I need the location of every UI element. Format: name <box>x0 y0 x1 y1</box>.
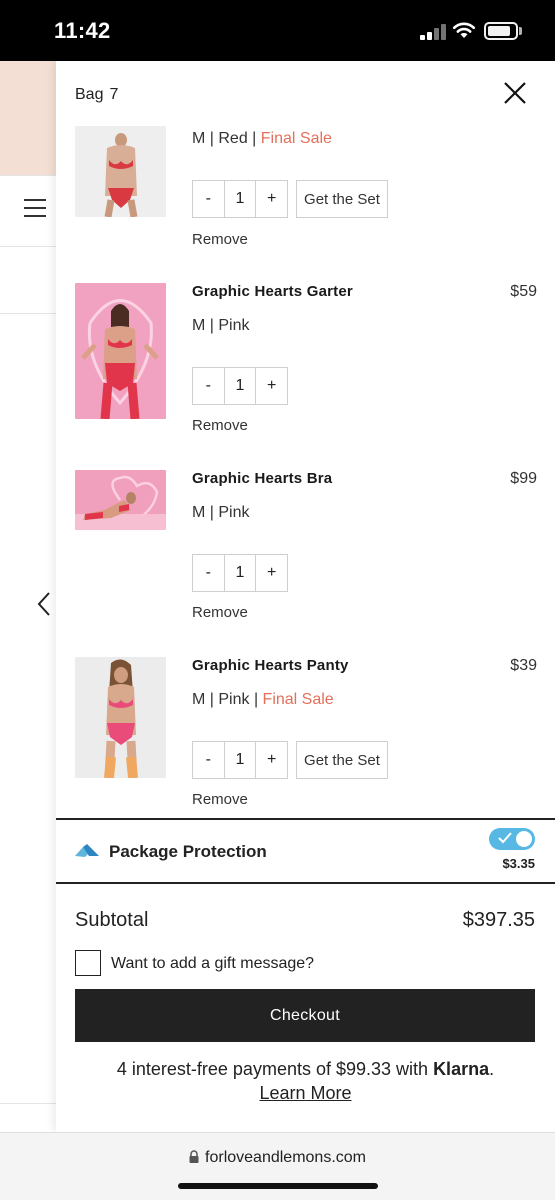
toggle-knob <box>516 831 532 847</box>
klarna-message: 4 interest-free payments of $99.33 with … <box>56 1059 555 1080</box>
increase-button[interactable]: + <box>255 368 287 404</box>
final-sale-label: Final Sale <box>260 130 332 147</box>
cart-item: Graphic Hearts Bra $99 M | Pink - 1 + Re… <box>75 470 537 621</box>
increase-button[interactable]: + <box>255 555 287 591</box>
cart-item: Graphic Hearts Garter $59 M | Pink - 1 +… <box>75 283 537 434</box>
item-color: Pink <box>218 691 250 708</box>
quantity-value[interactable]: 1 <box>223 368 256 404</box>
item-name[interactable]: Graphic Hearts Panty <box>192 657 349 674</box>
lock-icon <box>189 1150 199 1163</box>
remove-link[interactable]: Remove <box>192 231 248 248</box>
increase-button[interactable]: + <box>255 181 287 217</box>
cart-item: Graphic Hearts Panty $39 M | Pink | Fina… <box>75 657 537 808</box>
klarna-brand: Klarna <box>433 1059 490 1079</box>
status-time: 11:42 <box>54 18 111 43</box>
item-name[interactable]: Graphic Hearts Garter <box>192 283 353 300</box>
item-price: $59 <box>510 283 537 300</box>
bag-title-label: Bag <box>75 86 104 103</box>
get-the-set-button[interactable]: Get the Set <box>296 180 388 218</box>
item-price: $39 <box>510 657 537 674</box>
gift-message-label[interactable]: Want to add a gift message? <box>111 955 314 973</box>
quantity-value[interactable]: 1 <box>223 181 256 217</box>
divider <box>56 882 555 884</box>
klarna-text: 4 interest-free payments of $99.33 with <box>116 1059 429 1079</box>
item-color: Red <box>218 130 248 147</box>
cart-item: M | Red | Final Sale - 1 + Get the Set R… <box>75 125 537 250</box>
item-size: M <box>192 317 206 334</box>
remove-link[interactable]: Remove <box>192 791 248 808</box>
cellular-signal-icon <box>420 24 446 40</box>
separator: | <box>205 130 219 147</box>
decrease-button[interactable]: - <box>193 181 224 217</box>
battery-icon <box>484 22 518 40</box>
home-indicator[interactable] <box>178 1183 378 1189</box>
item-size: M <box>192 691 206 708</box>
item-size: M <box>192 130 206 147</box>
item-size: M <box>192 504 206 521</box>
separator: | <box>205 317 219 334</box>
wifi-icon <box>452 22 476 38</box>
subtotal-label: Subtotal <box>75 909 149 931</box>
chevron-left-icon[interactable] <box>37 591 51 617</box>
item-name[interactable]: Graphic Hearts Bra <box>192 470 332 487</box>
checkout-button[interactable]: Checkout <box>75 989 535 1042</box>
quantity-value[interactable]: 1 <box>223 555 256 591</box>
klarna-period: . <box>489 1059 495 1079</box>
item-color: Pink <box>218 504 250 521</box>
background-banner <box>0 61 56 175</box>
separator: | <box>205 504 219 521</box>
separator: | <box>205 691 219 708</box>
package-protection-price: $3.35 <box>502 856 535 871</box>
check-icon <box>498 832 512 844</box>
status-bar: 11:42 <box>0 0 555 61</box>
gift-message-checkbox[interactable] <box>75 950 101 976</box>
product-image[interactable] <box>75 283 166 419</box>
learn-more-wrapper: Learn More <box>56 1083 555 1104</box>
background-page <box>0 61 56 1132</box>
product-image[interactable] <box>75 126 166 217</box>
decrease-button[interactable]: - <box>193 742 224 778</box>
divider <box>56 818 555 820</box>
close-icon[interactable] <box>502 80 528 106</box>
bag-count: 7 <box>109 86 119 103</box>
quantity-stepper: - 1 + <box>192 180 288 218</box>
separator: | <box>247 130 261 147</box>
quantity-stepper: - 1 + <box>192 367 288 405</box>
item-variant: M | Pink <box>192 317 250 335</box>
package-protection-label: Package Protection <box>109 842 267 861</box>
remove-link[interactable]: Remove <box>192 604 248 621</box>
browser-url-bar[interactable]: forloveandlemons.com <box>0 1132 555 1200</box>
hamburger-menu-icon[interactable] <box>24 199 46 223</box>
url-display[interactable]: forloveandlemons.com <box>0 1149 555 1167</box>
package-protection-toggle[interactable] <box>489 828 535 850</box>
get-the-set-button[interactable]: Get the Set <box>296 741 388 779</box>
quantity-stepper: - 1 + <box>192 741 288 779</box>
battery-cap <box>519 27 522 35</box>
item-variant: M | Pink <box>192 504 250 522</box>
quantity-value[interactable]: 1 <box>223 742 256 778</box>
bag-title: Bag 7 <box>75 86 118 104</box>
remove-link[interactable]: Remove <box>192 417 248 434</box>
decrease-button[interactable]: - <box>193 555 224 591</box>
final-sale-label: Final Sale <box>262 691 334 708</box>
product-image[interactable] <box>75 657 166 778</box>
subtotal-value: $397.35 <box>462 909 535 931</box>
url-text: forloveandlemons.com <box>205 1149 366 1166</box>
item-price: $99 <box>510 470 537 487</box>
product-image[interactable] <box>75 470 166 530</box>
separator: | <box>249 691 263 708</box>
package-protection-icon <box>75 844 99 857</box>
item-variant: M | Pink | Final Sale <box>192 691 334 709</box>
decrease-button[interactable]: - <box>193 368 224 404</box>
cart-drawer: Bag 7 M | Red | Final Sale - 1 + Get the … <box>56 61 555 1132</box>
learn-more-link[interactable]: Learn More <box>259 1083 351 1103</box>
item-color: Pink <box>218 317 250 334</box>
increase-button[interactable]: + <box>255 742 287 778</box>
item-variant: M | Red | Final Sale <box>192 130 332 148</box>
quantity-stepper: - 1 + <box>192 554 288 592</box>
